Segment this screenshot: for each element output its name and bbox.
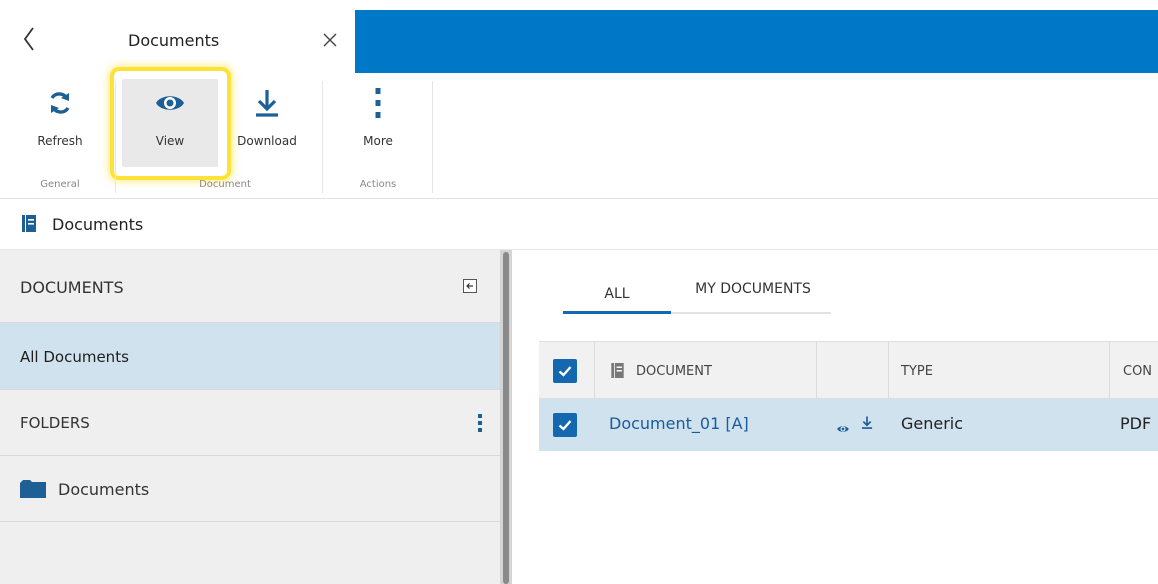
collapse-panel-icon[interactable] [463,278,477,293]
back-icon[interactable] [20,24,40,54]
sidebar-item-documents-folder[interactable]: Documents [0,456,500,522]
sidebar-item-label: All Documents [20,348,129,366]
group-separator [115,81,116,193]
group-label-document: Document [199,179,251,190]
column-separator [1109,342,1110,400]
table-row[interactable]: Document_01 [A] Generic PDF [539,399,1158,451]
document-icon [22,215,36,232]
document-link[interactable]: Document_01 [A] [609,414,749,433]
panel-splitter[interactable] [500,250,512,584]
more-button[interactable]: More [340,79,416,167]
title-bar: Documents [0,0,1158,73]
eye-icon[interactable] [836,419,850,438]
more-vertical-icon[interactable] [474,412,486,434]
folders-section: FOLDERS [0,390,500,456]
download-icon [228,85,306,121]
breadcrumb: Documents [0,200,1158,250]
view-button[interactable]: View [122,79,218,167]
select-all-checkbox[interactable] [553,359,577,383]
column-separator [594,342,595,400]
group-separator [322,81,323,193]
document-tabs: ALL MY DOCUMENTS [563,281,831,314]
column-header-document[interactable]: DOCUMENT [636,364,712,379]
folder-icon [20,480,46,498]
ribbon-toolbar: Refresh View Download More General Docum… [0,67,1158,199]
sidebar-title: DOCUMENTS [20,278,124,297]
app-header-bar [355,10,1158,73]
group-separator [432,81,433,193]
sidebar-item-all-documents[interactable]: All Documents [0,323,500,390]
document-icon [611,363,624,382]
sidebar-header: DOCUMENTS [0,250,500,323]
refresh-icon [22,85,98,121]
column-separator [816,342,817,400]
folder-label: Documents [58,480,150,499]
tab-all[interactable]: ALL [563,281,671,314]
folders-title: FOLDERS [20,414,90,432]
more-label: More [363,134,393,148]
tab-label: ALL [604,286,630,302]
download-label: Download [237,134,297,148]
type-cell: Generic [901,414,964,433]
refresh-label: Refresh [37,134,83,148]
grid-header: DOCUMENT TYPE CON [539,341,1158,400]
group-label-general: General [40,179,80,190]
panel-title: Documents [128,31,220,50]
tab-label: MY DOCUMENTS [695,281,811,297]
refresh-button[interactable]: Refresh [22,79,98,167]
eye-icon [122,85,218,121]
documents-grid: DOCUMENT TYPE CON Document_01 [A] Generi… [539,341,1158,451]
column-header-con[interactable]: CON [1123,364,1152,379]
column-header-type[interactable]: TYPE [901,364,933,379]
group-label-actions: Actions [359,179,397,190]
view-label: View [155,134,185,148]
tab-my-documents[interactable]: MY DOCUMENTS [679,281,827,314]
download-icon[interactable] [861,415,873,434]
more-vertical-icon [340,85,416,121]
sidebar: DOCUMENTS All Documents FOLDERS Document… [0,250,500,584]
close-icon[interactable] [321,31,339,49]
row-checkbox[interactable] [553,413,577,437]
page-title: Documents [52,215,144,234]
con-cell: PDF [1120,414,1152,433]
scrollbar-thumb[interactable] [503,252,509,584]
download-button[interactable]: Download [228,79,306,167]
column-separator [888,342,889,400]
